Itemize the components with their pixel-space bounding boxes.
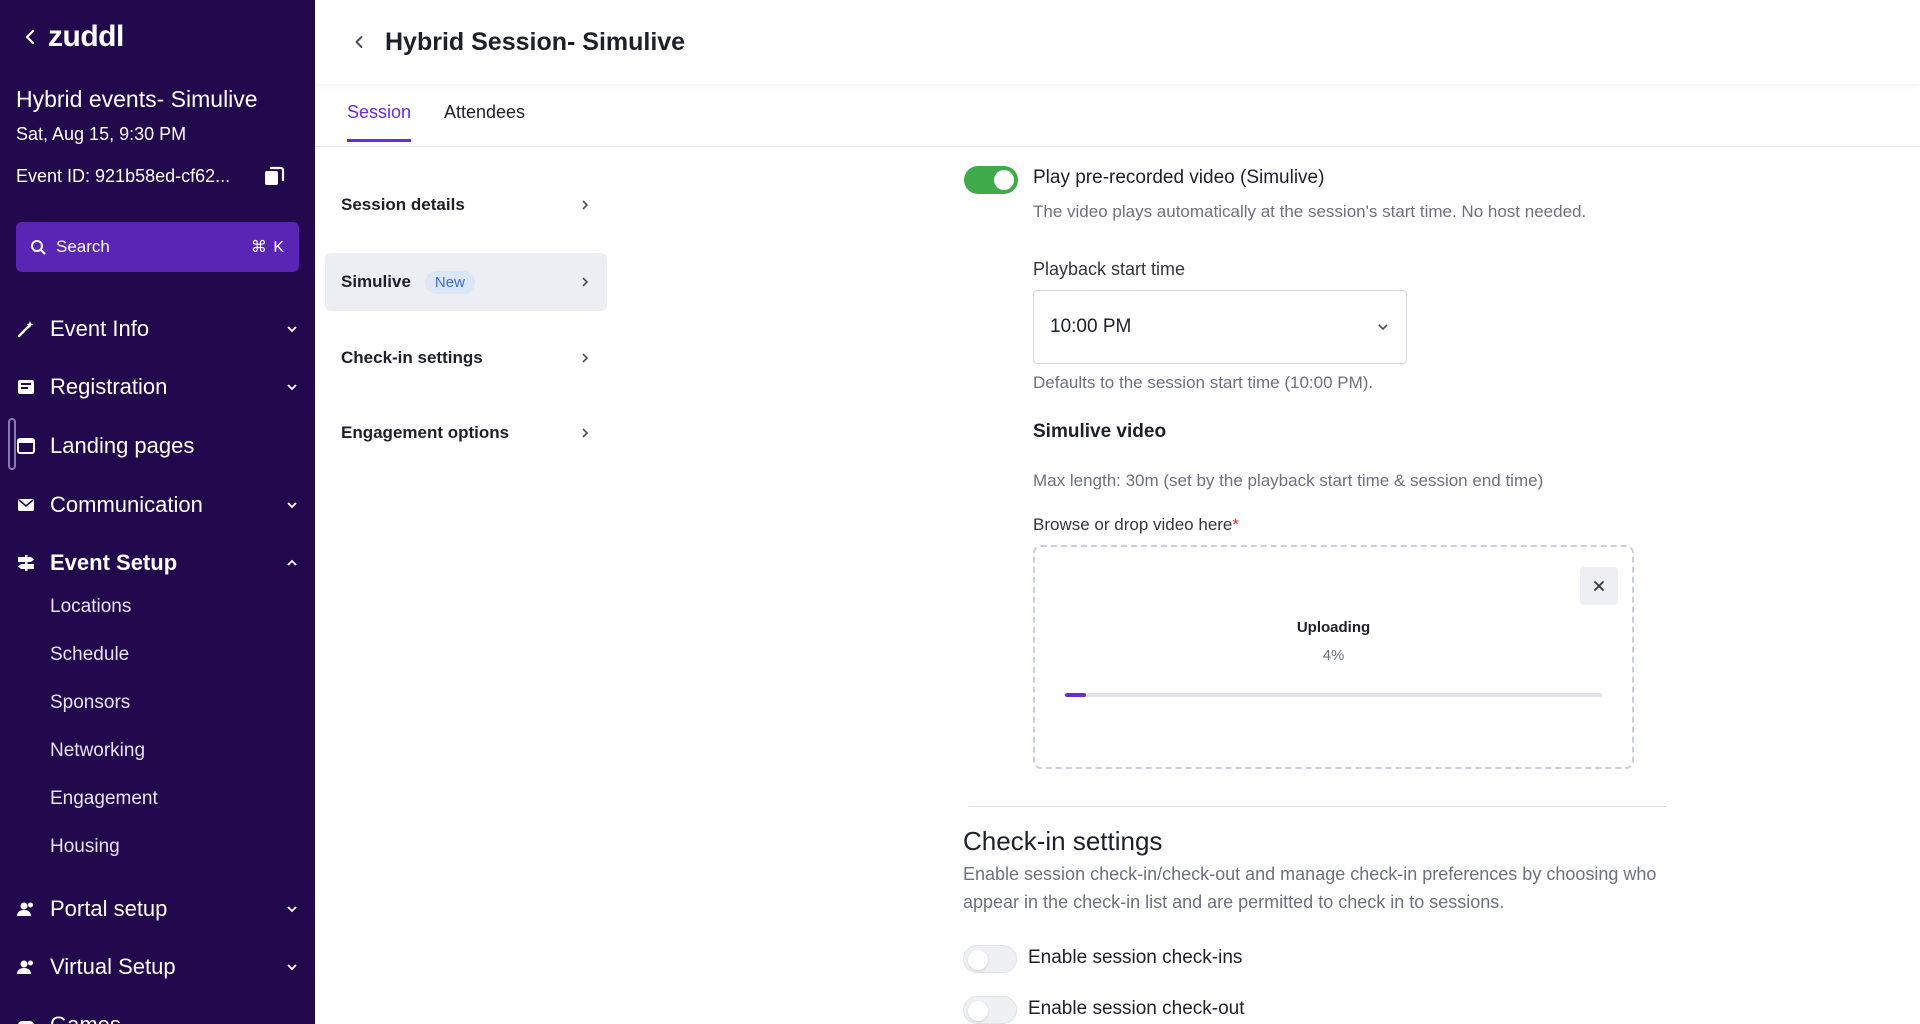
- nav-item-games[interactable]: Games: [16, 1012, 299, 1024]
- toggle-knob: [968, 950, 988, 970]
- back-arrow-icon[interactable]: [22, 29, 38, 45]
- inner-nav-session-details[interactable]: Session details: [325, 176, 607, 234]
- chevron-down-icon: [287, 326, 297, 333]
- search-label: Search: [56, 237, 110, 256]
- nav-item-portal-setup[interactable]: Portal setup: [16, 896, 299, 922]
- tab-bar: Session Attendees: [315, 84, 1920, 147]
- upload-progress-fill: [1065, 693, 1087, 697]
- new-badge: New: [424, 270, 475, 294]
- inner-nav-simulive[interactable]: Simulive New: [325, 253, 607, 311]
- session-check-out-toggle[interactable]: [963, 996, 1017, 1024]
- session-check-out-label: Enable session check-out: [1028, 998, 1245, 1019]
- nav-label: Games: [50, 1012, 299, 1024]
- simulive-video-help: Max length: 30m (set by the playback sta…: [1033, 471, 1544, 490]
- dropzone-label: Browse or drop video here*: [1033, 515, 1239, 535]
- playback-start-help: Defaults to the session start time (10:0…: [1033, 373, 1374, 392]
- simulive-toggle-label: Play pre-recorded video (Simulive): [1033, 167, 1325, 188]
- sidebar-scrollbar[interactable]: [8, 418, 16, 470]
- chevron-right-icon: [582, 200, 589, 210]
- nav-label: Communication: [50, 492, 203, 517]
- playback-start-select[interactable]: 10:00 PM: [1033, 290, 1407, 364]
- chevron-down-icon: [287, 964, 297, 971]
- video-dropzone[interactable]: Uploading 4%: [1033, 545, 1634, 769]
- logo-row[interactable]: zuddl: [22, 20, 124, 54]
- sub-item-engagement[interactable]: Engagement: [50, 788, 158, 810]
- sub-item-housing[interactable]: Housing: [50, 836, 120, 858]
- nav-item-landing-pages[interactable]: Landing pages: [16, 433, 299, 459]
- chevron-down-icon: [1378, 324, 1388, 331]
- search-shortcut: ⌘ K: [250, 239, 285, 256]
- nav-label: Event Info: [50, 316, 150, 341]
- chevron-down-icon: [287, 384, 297, 391]
- sub-item-locations[interactable]: Locations: [50, 596, 131, 618]
- sub-item-schedule[interactable]: Schedule: [50, 644, 129, 666]
- nav-item-event-setup[interactable]: Event Setup: [16, 550, 299, 576]
- signpost-icon: [18, 555, 34, 571]
- section-divider: [968, 806, 1666, 807]
- inner-nav-engagement-options[interactable]: Engagement options: [325, 404, 607, 462]
- inner-nav-label: Session details: [341, 195, 465, 214]
- close-icon: [1594, 581, 1604, 591]
- search-icon: [31, 240, 46, 255]
- upload-percent: 4%: [1322, 647, 1345, 664]
- game-icon: [18, 1021, 34, 1024]
- toggle-knob: [968, 1001, 988, 1021]
- sidebar: zuddl Hybrid events- Simulive Sat, Aug 1…: [0, 0, 315, 1024]
- inner-nav-check-in-settings[interactable]: Check-in settings: [325, 329, 607, 387]
- simulive-video-heading: Simulive video: [1033, 421, 1167, 442]
- upload-progress-bar: [1065, 693, 1602, 697]
- cancel-upload-button[interactable]: [1580, 567, 1618, 605]
- toggle-knob: [994, 170, 1014, 190]
- simulive-toggle-help: The video plays automatically at the ses…: [1033, 202, 1587, 221]
- tab-attendees[interactable]: Attendees: [444, 102, 525, 139]
- page-title: Hybrid Session- Simulive: [385, 27, 686, 56]
- sub-item-networking[interactable]: Networking: [50, 740, 145, 762]
- inner-nav-label: Engagement options: [341, 423, 510, 442]
- check-in-settings-description: Enable session check-in/check-out and ma…: [963, 864, 1657, 912]
- playback-start-label: Playback start time: [1033, 259, 1186, 279]
- nav-item-event-info[interactable]: Event Info: [16, 316, 299, 342]
- chevron-down-icon: [287, 502, 297, 509]
- mail-icon: [18, 499, 34, 511]
- page-header: Hybrid Session- Simulive: [315, 0, 1920, 84]
- nav-label: Virtual Setup: [50, 954, 176, 979]
- chevron-right-icon: [582, 428, 589, 438]
- magic-wand-icon: [17, 321, 34, 338]
- nav-label: Registration: [50, 374, 168, 399]
- search-button[interactable]: Search ⌘ K: [16, 222, 299, 272]
- session-check-ins-label: Enable session check-ins: [1028, 947, 1243, 968]
- chevron-down-icon: [287, 906, 297, 913]
- nav-label: Landing pages: [50, 433, 195, 458]
- nav-item-registration[interactable]: Registration: [16, 374, 299, 400]
- people-icon: [17, 902, 33, 916]
- required-mark: *: [1232, 515, 1240, 534]
- nav-label: Portal setup: [50, 896, 168, 921]
- browser-icon: [17, 438, 35, 454]
- people-icon: [17, 960, 33, 974]
- inner-nav-label: Check-in settings: [341, 348, 483, 367]
- event-id: Event ID: 921b58ed-cf62...: [16, 165, 231, 186]
- nav-item-communication[interactable]: Communication: [16, 492, 299, 518]
- event-id-row: Event ID: 921b58ed-cf62...: [16, 164, 286, 188]
- event-date: Sat, Aug 15, 9:30 PM: [16, 124, 187, 144]
- chevron-right-icon: [582, 277, 589, 287]
- upload-status: Uploading: [1296, 619, 1371, 636]
- dropzone-label-text: Browse or drop video here: [1033, 515, 1233, 534]
- tab-session[interactable]: Session: [347, 102, 412, 142]
- copy-icon[interactable]: [262, 164, 286, 188]
- chevron-right-icon: [582, 353, 589, 363]
- session-check-ins-toggle[interactable]: [963, 945, 1017, 973]
- chevron-up-icon: [287, 559, 297, 566]
- playback-start-value: 10:00 PM: [1050, 316, 1132, 337]
- nav-item-virtual-setup[interactable]: Virtual Setup: [16, 954, 299, 980]
- check-in-settings-heading: Check-in settings: [963, 826, 1163, 856]
- zuddl-logo[interactable]: zuddl: [48, 20, 124, 54]
- event-title: Hybrid events- Simulive: [16, 86, 258, 112]
- form-icon: [18, 380, 34, 394]
- back-arrow-icon[interactable]: [351, 34, 367, 50]
- nav-label: Event Setup: [50, 550, 178, 575]
- inner-nav-label: Simulive: [341, 272, 411, 291]
- sub-item-sponsors[interactable]: Sponsors: [50, 692, 130, 714]
- simulive-toggle[interactable]: [964, 166, 1018, 194]
